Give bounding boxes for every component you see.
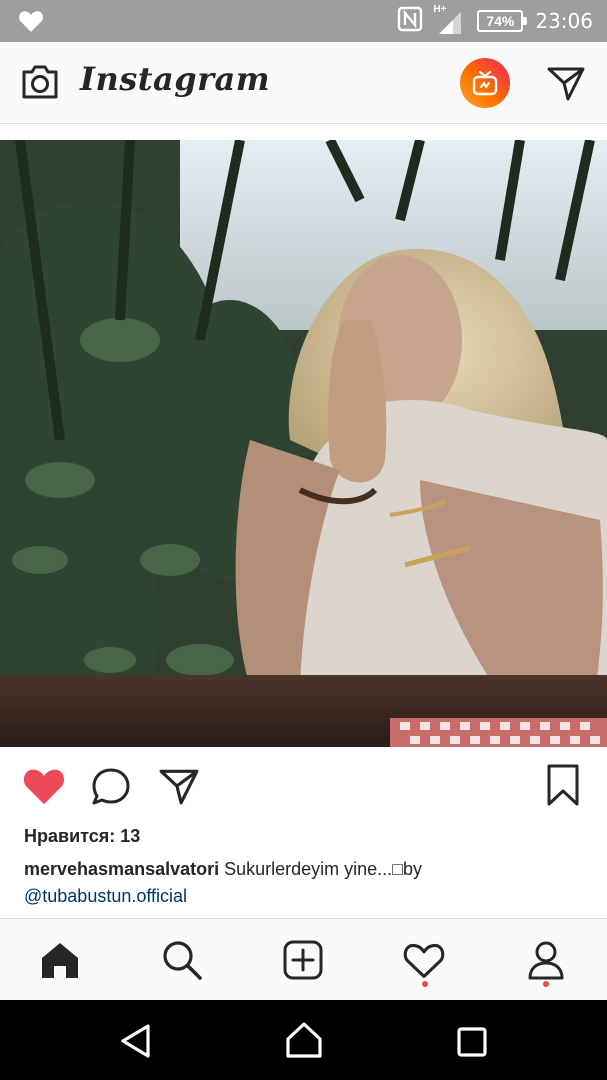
igtv-button[interactable] (460, 58, 510, 108)
comment-button[interactable] (90, 766, 132, 813)
like-button[interactable] (22, 766, 66, 811)
activity-notification-dot (422, 981, 428, 987)
battery-percent: 74% (486, 13, 515, 29)
home-system-button[interactable] (285, 1020, 323, 1065)
nav-search[interactable] (157, 935, 207, 985)
instagram-logo: Instagram (80, 60, 271, 98)
heart-filled-icon (23, 769, 65, 805)
recents-button[interactable] (456, 1026, 488, 1063)
send-icon (159, 769, 199, 805)
top-header: Instagram (0, 42, 607, 124)
back-button[interactable] (118, 1022, 154, 1065)
home-icon (42, 943, 78, 978)
nav-home[interactable] (35, 935, 85, 985)
nfc-icon (397, 6, 423, 37)
back-triangle-icon (121, 1024, 150, 1058)
save-button[interactable] (545, 762, 581, 813)
search-icon (163, 941, 202, 980)
post-actions (0, 760, 607, 816)
likes-count[interactable]: Нравится: 13 (24, 826, 140, 847)
bookmark-icon (547, 764, 579, 806)
recents-square-icon (457, 1027, 487, 1057)
profile-notification-dot (543, 981, 549, 987)
heart-notification-icon (18, 9, 44, 38)
bottom-navigation (0, 918, 607, 1000)
add-post-icon (283, 940, 323, 980)
battery-icon: 74% (477, 10, 528, 32)
clock: 23:06 (535, 9, 593, 33)
post-photo[interactable] (0, 140, 607, 747)
system-navigation-bar (0, 1000, 607, 1080)
signal-icon: H+ (433, 4, 465, 36)
caption-username[interactable]: mervehasmansalvatori (24, 859, 219, 879)
comment-icon (92, 768, 130, 805)
caption-text: Sukurlerdeyim yine...□by (219, 859, 423, 879)
direct-message-icon[interactable] (546, 64, 586, 107)
profile-icon (528, 941, 564, 980)
share-button[interactable] (158, 766, 200, 811)
home-outline-icon (286, 1022, 322, 1058)
igtv-icon (472, 70, 498, 96)
activity-heart-icon (403, 943, 445, 978)
caption-mention[interactable]: @tubabustun.official (24, 886, 187, 906)
camera-icon[interactable] (20, 64, 60, 105)
nav-new-post[interactable] (278, 935, 328, 985)
nav-profile[interactable] (521, 935, 571, 985)
post-caption: mervehasmansalvatori Sukurlerdeyim yine.… (24, 856, 584, 910)
nav-activity[interactable] (399, 935, 449, 985)
status-bar: H+ 74% 23:06 (0, 0, 607, 42)
